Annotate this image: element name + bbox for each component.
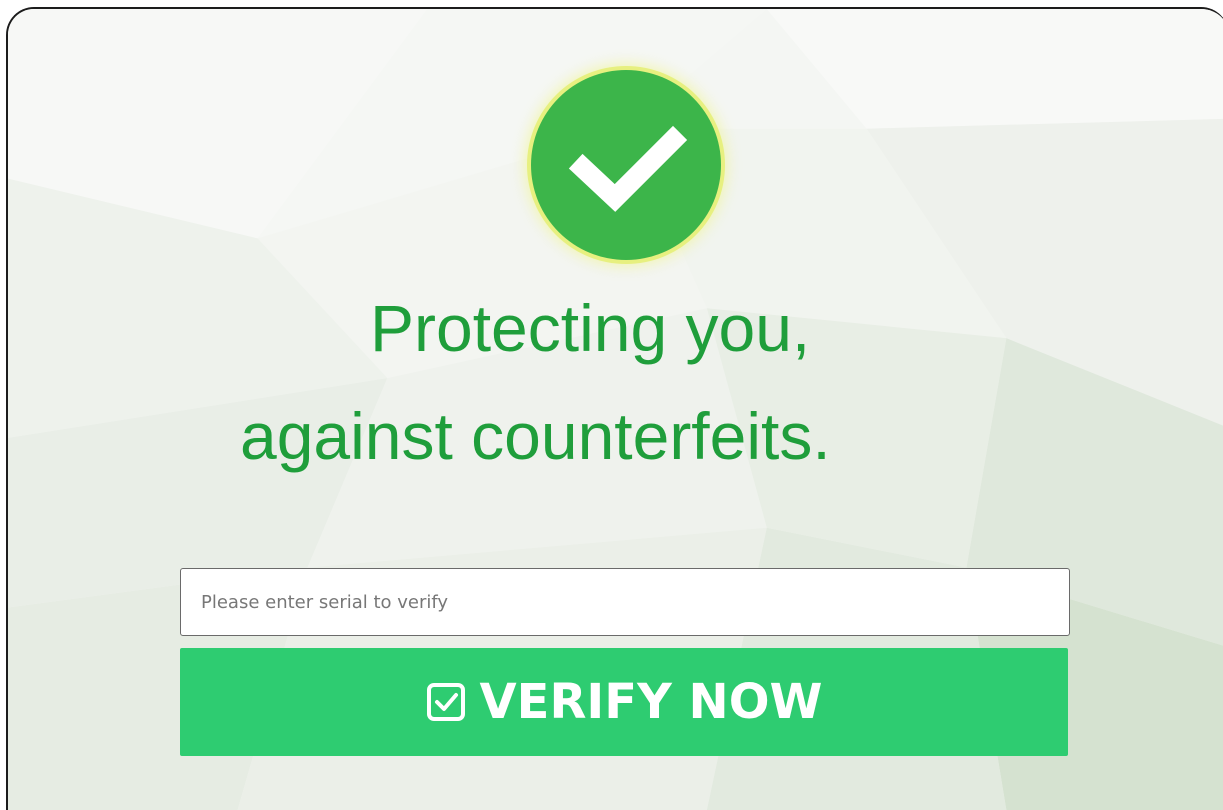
checkbox-check-icon (426, 683, 465, 721)
verify-now-label: VERIFY NOW (479, 674, 823, 730)
checkmark-icon (568, 125, 688, 212)
headline-line-2: against counterfeits. (240, 399, 831, 473)
verification-card: Protecting you, against counterfeits. VE… (6, 7, 1223, 810)
headline-line-1: Protecting you, (370, 291, 811, 365)
verified-badge (520, 59, 732, 271)
badge-circle (531, 70, 721, 260)
serial-input[interactable] (180, 568, 1070, 636)
verify-now-button[interactable]: VERIFY NOW (180, 648, 1068, 756)
